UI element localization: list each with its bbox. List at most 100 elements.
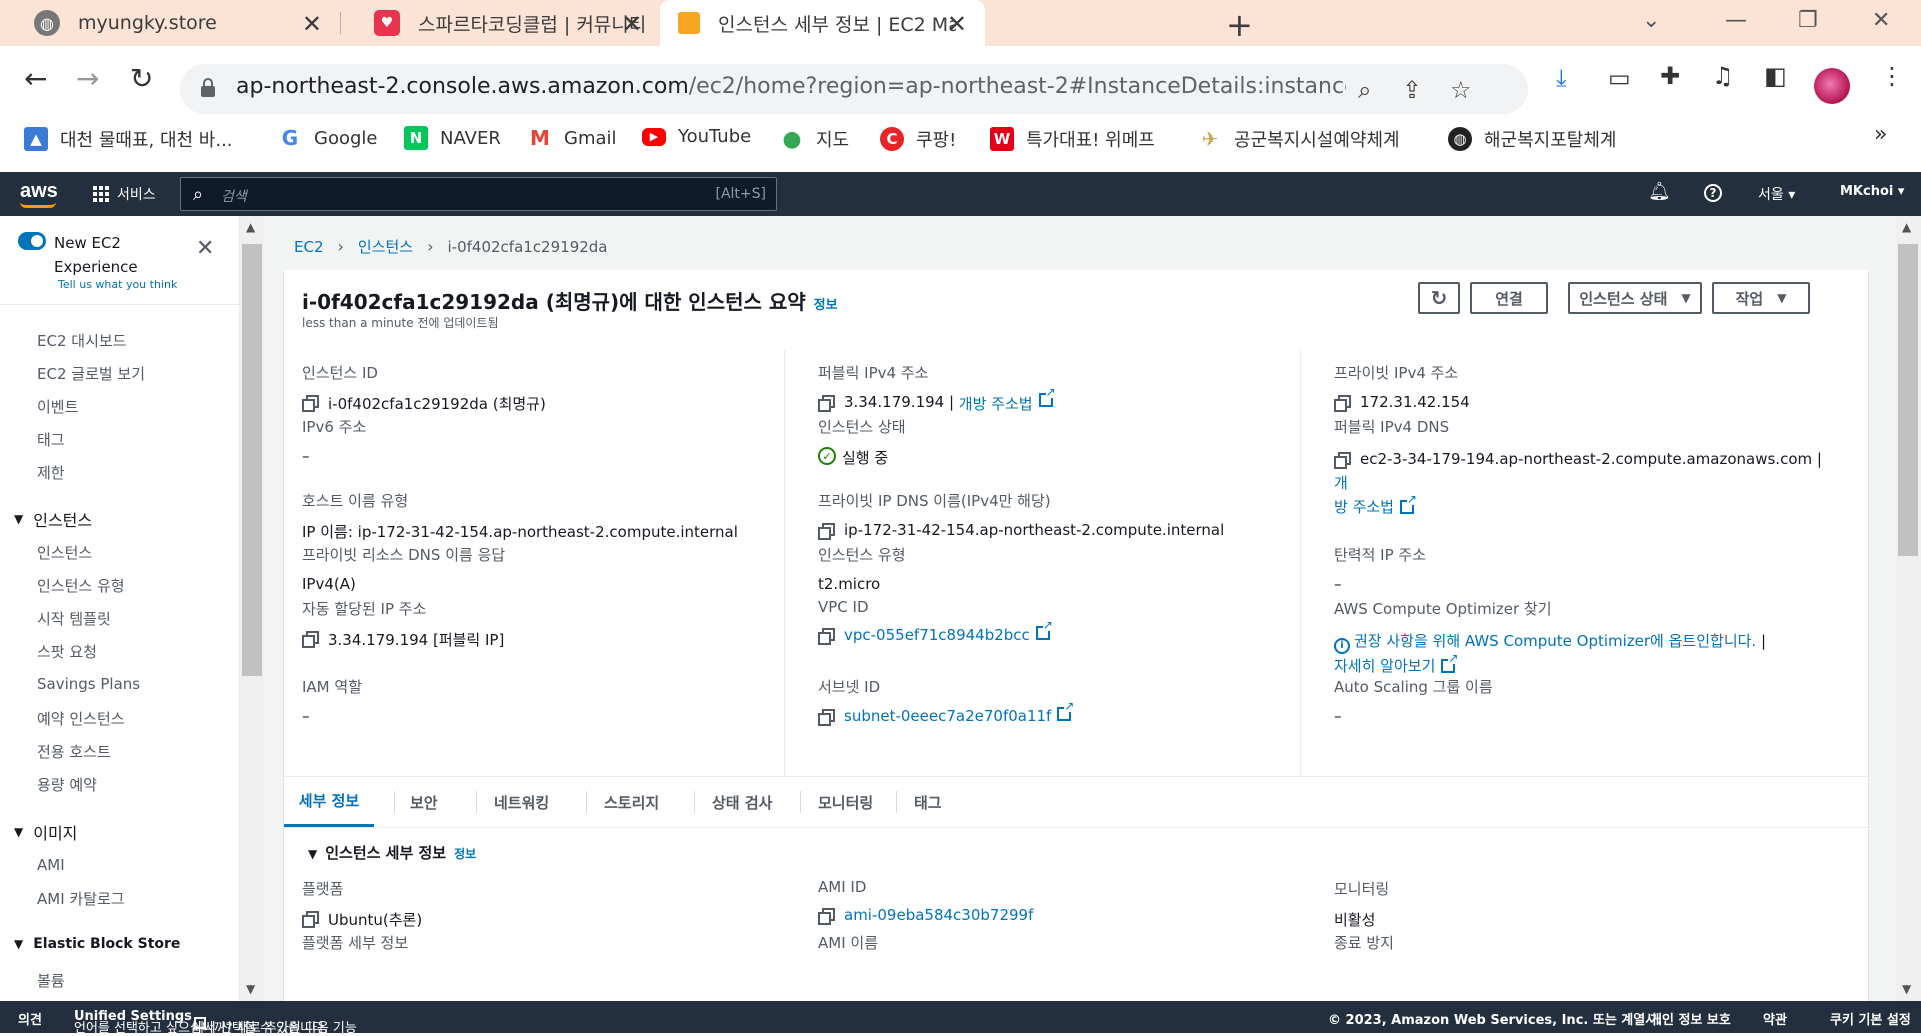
aws-search-input[interactable]: ⌕ 검색 [Alt+S] xyxy=(180,177,777,211)
back-arrow-icon[interactable]: ← xyxy=(24,62,47,95)
profile-avatar[interactable] xyxy=(1814,68,1850,104)
help-icon[interactable]: ? xyxy=(1704,184,1722,202)
sidebar-item-spot-requests[interactable]: 스팟 요청 xyxy=(37,641,97,662)
bookmark-item[interactable]: N NAVER xyxy=(404,126,501,150)
browser-tab-sparta[interactable]: ♥ 스파르타코딩클럽 | 커뮤니티 ✕ xyxy=(340,0,660,46)
learn-more-link[interactable]: 자세히 알아보기 xyxy=(1334,657,1435,675)
close-icon[interactable]: ✕ xyxy=(302,10,322,38)
sidebar-item-instances[interactable]: 인스턴스 xyxy=(37,542,92,563)
zoom-icon[interactable]: ⌕ xyxy=(1358,76,1371,104)
copy-icon[interactable] xyxy=(1334,395,1351,412)
share-icon[interactable]: ⇪ xyxy=(1402,76,1422,104)
copy-icon[interactable] xyxy=(818,523,835,540)
sidebar-item-reserved[interactable]: 예약 인스턴스 xyxy=(37,708,125,729)
tab-networking[interactable]: 네트워킹 xyxy=(494,777,549,827)
puzzle-extensions-icon[interactable]: ✚ xyxy=(1660,62,1680,90)
privacy-link[interactable]: 개인 정보 보호 xyxy=(1650,1009,1731,1028)
bookmark-item[interactable]: ▲ 대천 물때표, 대천 바... xyxy=(24,126,233,152)
side-panel-icon[interactable]: ◧ xyxy=(1764,62,1787,90)
sidebar-item-dashboard[interactable]: EC2 대시보드 xyxy=(37,330,126,351)
new-experience-toggle[interactable] xyxy=(18,232,46,250)
sidebar-section-instances[interactable]: ▼ 인스턴스 xyxy=(14,507,92,531)
bookmark-item[interactable]: ▶ YouTube xyxy=(642,126,751,147)
sidebar-item-ami-catalog[interactable]: AMI 카탈로그 xyxy=(37,888,125,909)
copy-icon[interactable] xyxy=(818,709,835,726)
tab-security[interactable]: 보안 xyxy=(410,777,438,827)
sidebar-item-events[interactable]: 이벤트 xyxy=(37,396,78,417)
tab-tags[interactable]: 태그 xyxy=(914,777,942,827)
sidebar-item-volumes[interactable]: 볼륨 xyxy=(37,970,65,991)
services-menu-button[interactable]: 서비스 xyxy=(93,184,156,204)
sidebar-item-capacity[interactable]: 용량 예약 xyxy=(37,774,97,795)
instance-details-header[interactable]: ▼ 인스턴스 세부 정보 정보 xyxy=(308,842,476,863)
minimize-button[interactable]: — xyxy=(1725,8,1747,33)
maximize-button[interactable]: ❐ xyxy=(1798,8,1818,33)
extension-translate-icon[interactable]: ⤓ xyxy=(1556,64,1567,92)
sidebar-item-limits[interactable]: 제한 xyxy=(37,462,65,483)
bookmark-item[interactable]: C 쿠팡! xyxy=(880,126,956,152)
bookmark-item[interactable]: W 특가대표! 위메프 xyxy=(990,126,1155,152)
sidebar-item-tags[interactable]: 태그 xyxy=(37,429,65,450)
breadcrumb-ec2[interactable]: EC2 xyxy=(294,238,324,256)
forward-arrow-icon[interactable]: → xyxy=(76,62,99,95)
sidebar-item-launch-templates[interactable]: 시작 템플릿 xyxy=(37,608,111,629)
copy-icon[interactable] xyxy=(302,631,319,648)
open-address-link[interactable]: 개 xyxy=(1334,474,1348,492)
feedback-link[interactable]: Tell us what you think xyxy=(58,278,177,291)
bookmark-item[interactable]: ✈ 공군복지시설예약체계 xyxy=(1198,126,1400,152)
actions-button[interactable]: 작업 ▼ xyxy=(1712,282,1810,314)
sidebar-scrollbar[interactable]: ▲ ▼ xyxy=(240,216,264,1001)
sidebar-section-images[interactable]: ▼ 이미지 xyxy=(14,820,77,844)
bookmark-item[interactable]: ● 지도 xyxy=(780,126,849,152)
address-bar[interactable]: ap-northeast-2.console.aws.amazon.com/ec… xyxy=(180,64,1528,114)
vpc-link[interactable]: vpc-055ef71c8944b2bcc xyxy=(844,626,1030,644)
tab-status-checks[interactable]: 상태 검사 xyxy=(712,777,772,827)
sidebar-item-global-view[interactable]: EC2 글로벌 보기 xyxy=(37,363,145,384)
copy-icon[interactable] xyxy=(1334,452,1351,469)
close-icon[interactable]: ✕ xyxy=(947,10,967,38)
open-address-link[interactable]: 방 주소법 xyxy=(1334,498,1394,516)
sidebar-item-ami[interactable]: AMI xyxy=(37,856,65,874)
bookmark-item[interactable]: ◍ 해군복지포탈체계 xyxy=(1448,126,1616,152)
info-link[interactable]: 정보 xyxy=(814,298,838,313)
bookmarks-more-button[interactable]: » xyxy=(1874,122,1887,147)
bookmark-star-icon[interactable]: ☆ xyxy=(1450,76,1472,104)
info-link[interactable]: 정보 xyxy=(454,847,476,861)
bookmark-item[interactable]: M Gmail xyxy=(528,126,617,150)
notifications-bell-icon[interactable]: 🔔︎ xyxy=(1648,181,1671,202)
copy-icon[interactable] xyxy=(818,395,835,412)
tab-details[interactable]: 세부 정보 xyxy=(284,777,374,827)
open-address-link[interactable]: 개방 주소법 xyxy=(959,393,1033,414)
refresh-button[interactable]: ↻ xyxy=(1418,282,1460,314)
terms-link[interactable]: 약관 xyxy=(1763,1009,1787,1028)
tab-search-icon[interactable]: ⌄ xyxy=(1642,8,1660,33)
tab-monitoring[interactable]: 모니터링 xyxy=(818,777,873,827)
feedback-button[interactable]: 의견 xyxy=(18,1009,42,1028)
optimizer-opt-in-link[interactable]: 권장 사항을 위해 AWS Compute Optimizer에 옵트인합니다. xyxy=(1354,632,1756,650)
main-scrollbar[interactable]: ▲ ▼ xyxy=(1895,216,1921,1001)
copy-icon[interactable] xyxy=(818,908,835,925)
browser-tab-ec2[interactable]: 인스턴스 세부 정보 | EC2 Managem ✕ xyxy=(660,0,985,46)
copy-icon[interactable] xyxy=(302,911,319,928)
copy-icon[interactable] xyxy=(818,628,835,645)
subnet-link[interactable]: subnet-0eeec7a2e70f0a11f xyxy=(844,707,1051,725)
aws-logo[interactable]: aws xyxy=(20,180,58,208)
instance-state-button[interactable]: 인스턴스 상태 ▼ xyxy=(1568,282,1702,314)
close-icon[interactable]: ✕ xyxy=(622,10,642,38)
cookie-preferences-link[interactable]: 쿠키 기본 설정 xyxy=(1830,1009,1911,1028)
copy-icon[interactable] xyxy=(302,395,319,412)
close-icon[interactable]: ✕ xyxy=(196,236,214,261)
account-menu[interactable]: MKchoi ▾ xyxy=(1840,184,1904,199)
ami-id-link[interactable]: ami-09eba584c30b7299f xyxy=(844,906,1033,924)
more-menu-icon[interactable]: ⋮ xyxy=(1880,62,1904,90)
breadcrumb-instances[interactable]: 인스턴스 xyxy=(358,236,413,257)
sidebar-item-savings-plans[interactable]: Savings Plans xyxy=(37,675,140,693)
sidebar-section-ebs[interactable]: ▼ Elastic Block Store xyxy=(14,936,180,952)
close-window-button[interactable]: ✕ xyxy=(1872,8,1890,33)
browser-tab-myungky[interactable]: ◍ myungky.store ✕ xyxy=(0,0,340,46)
connect-button[interactable]: 연결 xyxy=(1470,282,1548,314)
tab-storage[interactable]: 스토리지 xyxy=(604,777,659,827)
cast-icon[interactable]: ▭ xyxy=(1608,64,1631,92)
bookmark-item[interactable]: G Google xyxy=(278,126,377,150)
new-tab-button[interactable]: + xyxy=(1226,6,1253,44)
